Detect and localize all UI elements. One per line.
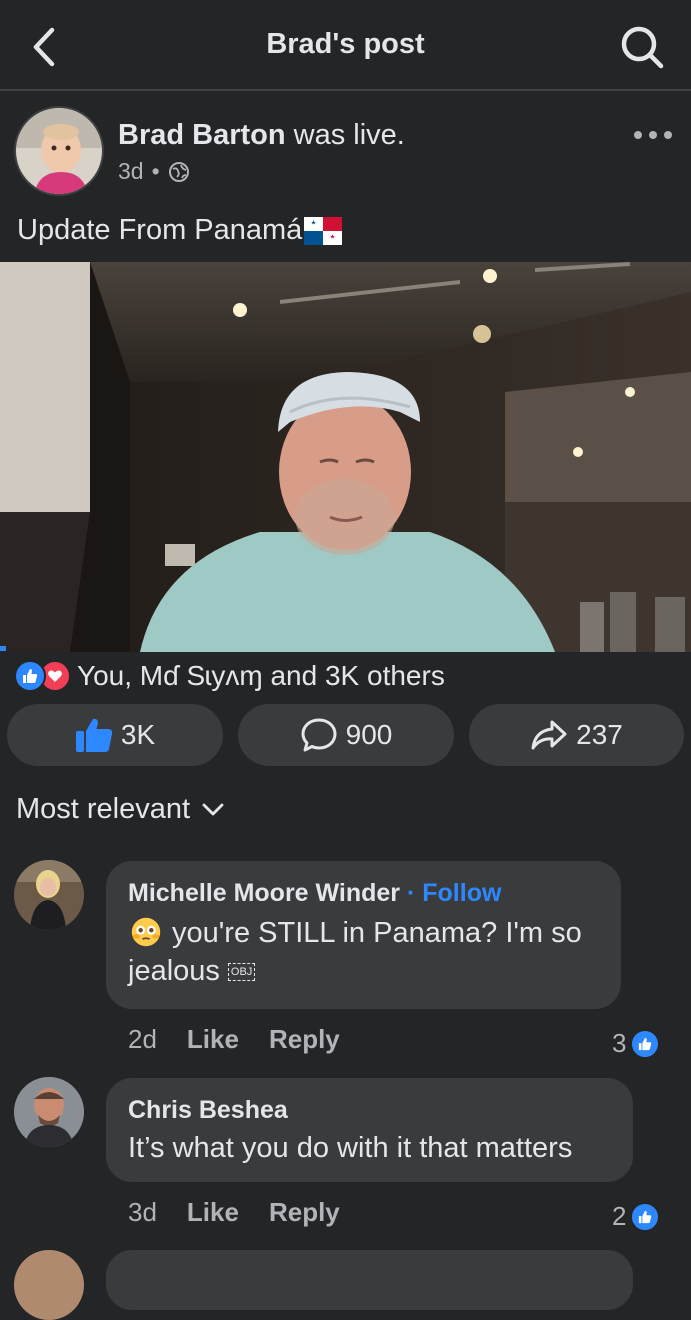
share-count: 237 xyxy=(576,719,623,750)
like-reaction-icon xyxy=(630,1028,661,1059)
chevron-down-icon xyxy=(202,803,224,815)
like-button[interactable]: 3K xyxy=(7,704,223,766)
comment-text: you're STILL in Panama? I'm so jealous OB… xyxy=(128,914,599,990)
comment-bubble[interactable]: Chris Beshea It’s what you do with it th… xyxy=(106,1078,633,1182)
comment-like-button[interactable]: Like xyxy=(187,1024,239,1055)
reaction-summary-text: You, Mɗ Sɩyʌɱ and 3K others xyxy=(77,660,445,691)
commenter-avatar[interactable] xyxy=(14,860,84,930)
meta-separator: • xyxy=(151,158,160,184)
comment-bubble[interactable]: Michelle Moore Winder · Follow you're ST… xyxy=(106,861,621,1009)
more-options-icon[interactable] xyxy=(633,128,673,142)
post-text-content: Update From Panamá xyxy=(17,214,303,246)
comment-text: It’s what you do with it that matters xyxy=(128,1132,573,1164)
comment-button[interactable]: 900 xyxy=(238,704,454,766)
post-time[interactable]: 3d xyxy=(118,158,144,185)
comment-bubble[interactable] xyxy=(106,1250,633,1310)
comment-like-count-value: 2 xyxy=(612,1201,627,1231)
comment-reply-button[interactable]: Reply xyxy=(269,1024,340,1055)
follow-separator: · xyxy=(400,879,423,907)
share-arrow-icon xyxy=(531,720,567,750)
comment-like-count-value: 3 xyxy=(612,1028,627,1058)
commenter-avatar[interactable] xyxy=(14,1077,84,1147)
like-reaction-icon xyxy=(14,660,46,692)
comment-like-count[interactable]: 3 xyxy=(612,1028,661,1059)
commenter-name[interactable]: Michelle Moore Winder xyxy=(128,879,400,907)
thumbs-up-icon xyxy=(75,718,113,752)
live-video[interactable] xyxy=(0,262,691,652)
search-icon[interactable] xyxy=(619,24,665,70)
reaction-summary[interactable]: You, Mɗ Sɩyʌɱ and 3K others xyxy=(14,659,445,693)
video-progress-bar[interactable] xyxy=(0,646,6,651)
comment-actions: 3d Like Reply xyxy=(128,1197,340,1228)
panama-flag-icon xyxy=(304,216,343,245)
globe-icon xyxy=(168,161,189,182)
comment-text-line2: jealous xyxy=(128,955,220,987)
header-divider xyxy=(0,89,691,91)
post-author-line: Brad Barton was live. xyxy=(118,119,405,152)
follow-link[interactable]: Follow xyxy=(422,879,501,907)
post-text: Update From Panamá xyxy=(17,214,343,247)
comment-text-line1: you're STILL in Panama? I'm so xyxy=(172,917,582,949)
comment-actions: 2d Like Reply xyxy=(128,1024,340,1055)
post-action-text: was live. xyxy=(285,119,405,151)
commenter-name[interactable]: Chris Beshea xyxy=(128,1096,611,1125)
post-meta: 3d • xyxy=(118,158,190,185)
author-avatar[interactable] xyxy=(14,106,104,196)
top-bar: Brad's post xyxy=(0,0,691,90)
comment-reply-button[interactable]: Reply xyxy=(269,1197,340,1228)
commenter-avatar[interactable] xyxy=(14,1250,84,1320)
comment-like-button[interactable]: Like xyxy=(187,1197,239,1228)
comment-like-count[interactable]: 2 xyxy=(612,1201,661,1232)
page-title: Brad's post xyxy=(266,28,425,60)
share-button[interactable]: 237 xyxy=(469,704,684,766)
author-name[interactable]: Brad Barton xyxy=(118,119,286,151)
like-reaction-icon xyxy=(630,1201,661,1232)
flushed-face-emoji-icon xyxy=(131,917,161,947)
object-placeholder-icon: OBJ xyxy=(227,963,256,982)
comment-time: 3d xyxy=(128,1197,157,1227)
like-count: 3K xyxy=(120,719,156,750)
comment-sort-dropdown[interactable]: Most relevant xyxy=(16,793,224,826)
comment-count: 900 xyxy=(345,719,393,750)
comment-bubble-icon xyxy=(301,718,337,752)
comment-time: 2d xyxy=(128,1024,157,1054)
sort-label: Most relevant xyxy=(16,793,191,825)
